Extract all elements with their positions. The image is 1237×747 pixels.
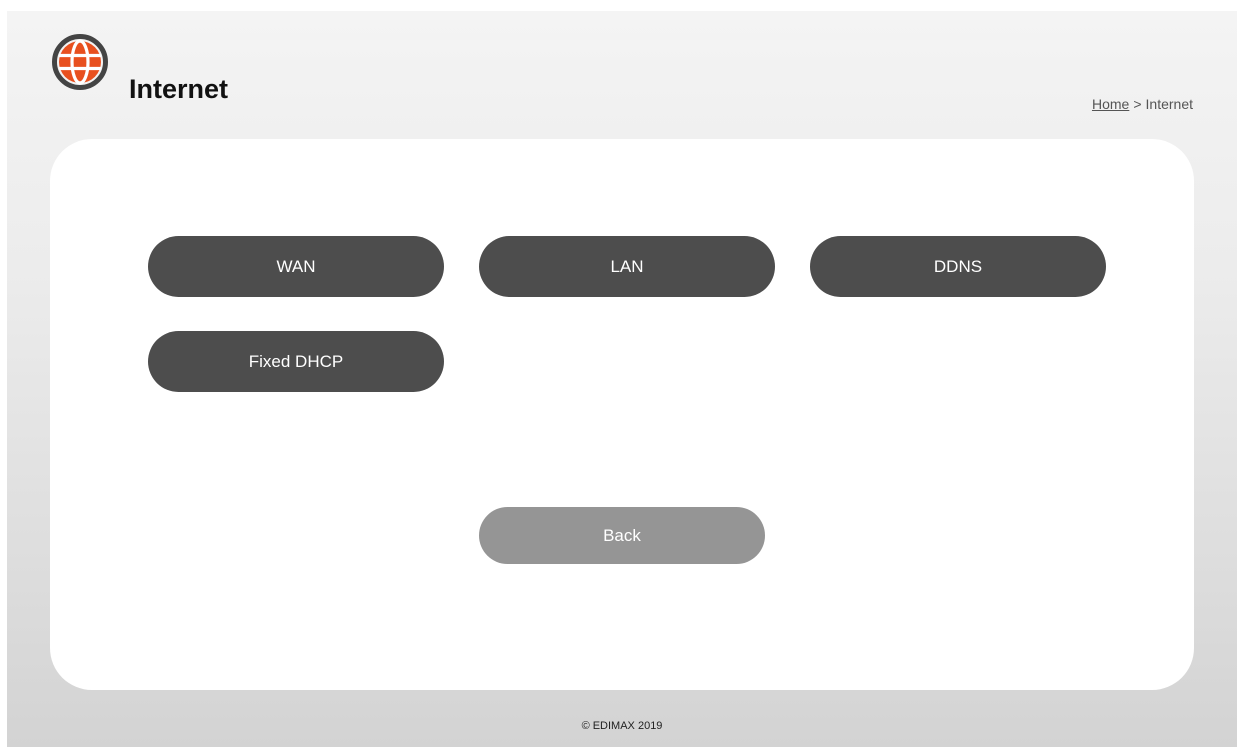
breadcrumb-home-link[interactable]: Home — [1092, 96, 1129, 112]
breadcrumb: Home > Internet — [1092, 96, 1193, 112]
globe-icon — [52, 34, 108, 90]
fixed-dhcp-button[interactable]: Fixed DHCP — [148, 331, 444, 392]
footer-copyright: © EDIMAX 2019 — [581, 720, 663, 732]
page-header: Internet Home > Internet — [7, 11, 1237, 139]
main-panel: WAN LAN DDNS Fixed DHCP Back — [50, 139, 1194, 690]
ddns-button[interactable]: DDNS — [810, 236, 1106, 297]
wan-button[interactable]: WAN — [148, 236, 444, 297]
lan-button[interactable]: LAN — [479, 236, 775, 297]
back-button[interactable]: Back — [479, 507, 765, 564]
breadcrumb-current: Internet — [1145, 96, 1193, 112]
page-frame: Internet Home > Internet WAN LAN DDNS Fixe… — [7, 11, 1237, 747]
breadcrumb-separator: > — [1133, 96, 1142, 112]
page-title: Internet — [129, 74, 229, 104]
